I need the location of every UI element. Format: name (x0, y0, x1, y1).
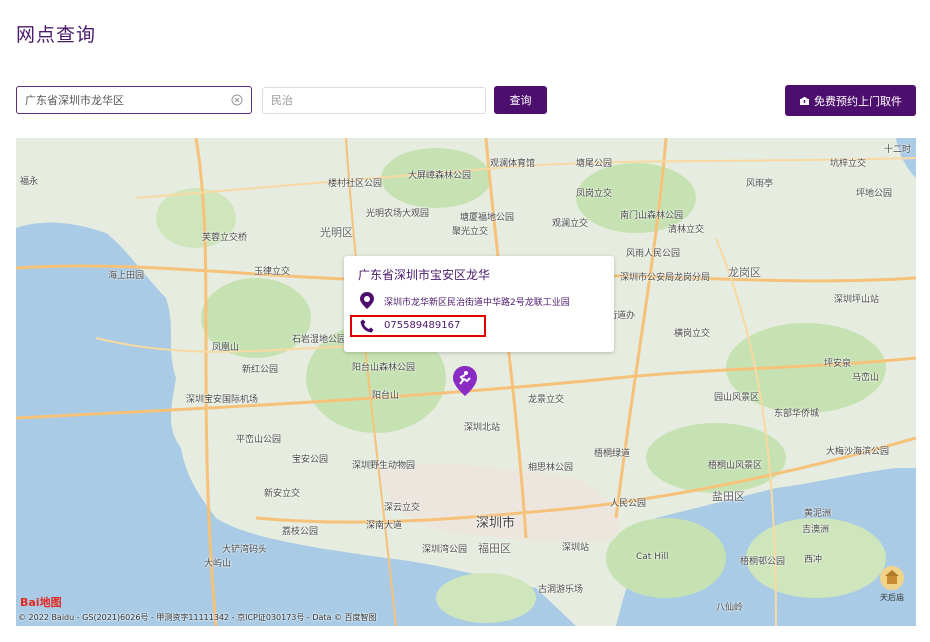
map-label: 凤岗立交 (576, 189, 613, 199)
map-label: 阳台山 (372, 391, 400, 401)
map-label: 古洞游乐场 (538, 585, 584, 595)
map-label: 楼村社区公园 (328, 179, 383, 189)
map-label: 马峦山 (852, 373, 880, 383)
map-label: 塘尾公园 (576, 159, 613, 169)
map-label: 福永 (20, 177, 39, 187)
map-label: 海上田园 (108, 271, 145, 281)
map-label: 黄泥洲 (804, 509, 832, 519)
map-label: 福田区 (478, 542, 511, 555)
map-label: 相思林公园 (528, 463, 574, 473)
map-label: 大屏嶂森林公园 (408, 171, 472, 181)
map-label: 清林立交 (668, 225, 705, 235)
map-label: 凤凰山 (212, 343, 240, 353)
map-label: 大屿山 (204, 559, 232, 569)
map-label: 坪地公园 (856, 189, 893, 199)
map-label: Cat Hill (636, 552, 669, 562)
map-label: 光明农场大观园 (366, 209, 430, 219)
map-label: 八仙岭 (716, 603, 744, 613)
map-tool-label: 天后庙 (880, 593, 904, 602)
map-label: 深圳北站 (464, 423, 501, 433)
map-label: 聚光立交 (452, 227, 489, 237)
map-label: 南门山森林公园 (620, 211, 684, 221)
region-search-input[interactable] (17, 92, 231, 108)
district-field[interactable] (262, 87, 486, 114)
map-label: 光明区 (320, 226, 353, 239)
map-label: 西冲 (804, 555, 823, 565)
popup-title: 广东省深圳市宝安区龙华 (358, 268, 491, 282)
map-label: 风雨亭 (746, 179, 774, 189)
map-label: 梧桐山风景区 (708, 461, 763, 471)
map-label: 观澜立交 (552, 219, 589, 229)
map-label: 十二时 (884, 145, 912, 155)
map-view[interactable]: 福永 楼村社区公园 大屏嶂森林公园 坑梓立交 十二时 观澜体育馆 塘尾公园 凤岗… (16, 138, 916, 626)
map-label: 人民公园 (610, 499, 647, 509)
map-label: 深圳宝安国际机场 (186, 395, 259, 405)
map-label: 深南大道 (366, 521, 403, 531)
map-tool[interactable]: 天后庙 (878, 566, 906, 603)
map-label: 坪安泉 (824, 359, 852, 369)
pickup-button[interactable]: 免费预约上门取件 (785, 85, 916, 116)
map-label: 深圳湾公园 (422, 545, 468, 555)
page-title: 网点查询 (16, 24, 97, 46)
map-label: 新红公园 (242, 365, 279, 375)
map-label: 观澜体育馆 (490, 159, 536, 169)
map-label: 平峦山公园 (236, 435, 282, 445)
map-label: 横岗立交 (674, 329, 711, 339)
temple-icon (880, 566, 904, 590)
map-label: 东部华侨城 (774, 409, 820, 419)
map-label: 梧桐邨公园 (740, 557, 786, 567)
phone-highlight-box (350, 315, 486, 337)
map-label: 深圳市 (476, 516, 516, 531)
map-label: 风雨人民公园 (626, 249, 681, 259)
location-pin-icon (360, 292, 374, 309)
map-label: 大铲湾码头 (222, 545, 268, 555)
map-label: 新安立交 (264, 489, 301, 499)
pickup-button-label: 免费预约上门取件 (814, 94, 902, 108)
map-label: 塘厦福地公园 (460, 213, 515, 223)
map-label: 深云立交 (384, 503, 421, 513)
map-label: 深圳野生动物园 (352, 461, 416, 471)
map-label: 龙岗区 (728, 266, 761, 279)
query-button[interactable]: 查询 (494, 86, 547, 114)
map-copyright: © 2022 Baidu - GS(2021)6026号 - 甲测资字11111… (18, 613, 377, 622)
map-label: 石岩湿地公园 (292, 335, 347, 345)
map-label: 宝安公园 (292, 455, 329, 465)
map-label: 荔枝公园 (282, 527, 319, 537)
district-input[interactable] (263, 93, 473, 108)
map-label: 阳台山森林公园 (352, 363, 416, 373)
map-label: 深圳站 (562, 543, 590, 553)
map-label: 龙景立交 (528, 395, 565, 405)
map-label: 梧桐绿道 (594, 449, 631, 459)
map-label: 盐田区 (712, 490, 745, 503)
package-icon (800, 96, 809, 105)
branch-marker-icon[interactable] (453, 366, 477, 396)
map-label: 芙蓉立交桥 (202, 233, 248, 243)
map-label: 坑梓立交 (830, 159, 867, 169)
region-search-field[interactable] (16, 86, 252, 114)
clear-icon[interactable] (231, 94, 243, 106)
map-label: 吉澳洲 (802, 525, 830, 535)
popup-address: 深圳市龙华新区民治街道中华路2号龙联工业园 (384, 298, 570, 308)
map-label: 大梅沙海滨公园 (826, 447, 890, 457)
baidu-logo: Bai地图 (20, 596, 62, 609)
location-popup: 广东省深圳市宝安区龙华 深圳市龙华新区民治街道中华路2号龙联工业园 075589… (344, 256, 614, 352)
map-label: 园山风景区 (714, 393, 760, 403)
map-label: 玉律立交 (254, 267, 291, 277)
map-label: 深圳市公安局龙岗分局 (620, 273, 711, 283)
map-label: 深圳坪山站 (834, 295, 880, 305)
